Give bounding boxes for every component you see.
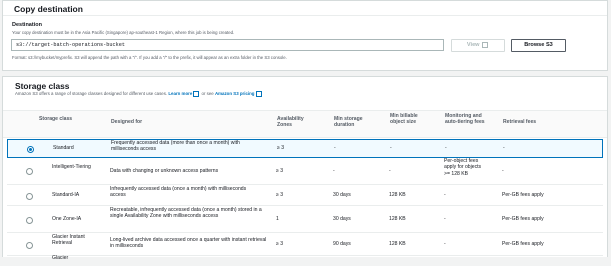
learn-more-link[interactable]: Learn more (168, 91, 192, 96)
min-billable-size: - (389, 168, 391, 174)
destination-input[interactable]: s3://target-batch-operations-bucket (11, 39, 444, 51)
availability-zones: ≥ 3 (276, 168, 284, 174)
availability-zones: ≥ 3 (276, 241, 284, 247)
storage-class-row-one-zone-ia[interactable]: One Zone-IA Recreatable, infrequently ac… (7, 206, 603, 233)
format-hint: Format: s3://mybucket/myprefix. S3 will … (12, 55, 287, 60)
external-link-icon (193, 91, 200, 97)
monitoring-fees: - (444, 216, 446, 222)
storage-class-row-standard-ia[interactable]: Standard-IA Infrequently accessed data (… (7, 185, 603, 206)
external-link-icon (255, 91, 262, 97)
column-header-availability-zones: Availability Zones (277, 116, 304, 129)
view-button[interactable]: View (451, 39, 505, 52)
availability-zones: ≥ 3 (277, 145, 285, 151)
retrieval-fees: - (503, 145, 505, 151)
min-billable-size: 128 KB (389, 192, 406, 198)
designed-for: Infrequently accessed data (once a month… (110, 186, 247, 199)
storage-class-title: Storage class (15, 81, 70, 91)
min-billable-size: 128 KB (389, 241, 406, 247)
monitoring-fees: - (444, 192, 446, 198)
storage-class-panel: Storage class Amazon S3 offers a range o… (2, 76, 608, 261)
column-header-retrieval-fees: Retrieval fees (503, 119, 537, 125)
storage-class-name: Standard-IA (52, 192, 80, 198)
or-see-text: or see (201, 91, 214, 97)
designed-for: Long-lived archive data accessed once a … (110, 237, 267, 250)
availability-zones: ≥ 3 (276, 192, 284, 198)
storage-class-description-text: Amazon S3 offers a range of storage clas… (15, 91, 168, 97)
column-header-designed-for: Designed for (111, 119, 143, 125)
storage-class-row-glacier-instant-retrieval[interactable]: Glacier Instant Retrieval Long-lived arc… (7, 233, 603, 256)
destination-label: Destination (12, 22, 42, 28)
availability-zones: 1 (276, 216, 279, 222)
retrieval-fees: Per-GB fees apply (502, 192, 544, 198)
designed-for: Recreatable, infrequently accessed data … (110, 207, 262, 220)
radio-button[interactable] (26, 217, 33, 224)
destination-description: Your copy destination must be in the Asi… (12, 30, 235, 35)
designed-for: Frequently accessed data (more than once… (111, 140, 240, 153)
column-header-min-billable-size: Min billable object size (390, 113, 418, 126)
column-header-storage-class: Storage class (39, 116, 73, 122)
retrieval-fees: - (502, 168, 504, 174)
storage-class-name: One Zone-IA (52, 216, 82, 222)
panel-title: Copy destination (14, 4, 83, 14)
min-storage-duration: 90 days (333, 241, 351, 247)
table-header: Storage class Designed for Availability … (3, 110, 607, 138)
storage-class-name: Glacier (52, 255, 69, 261)
monitoring-fees: - (444, 241, 446, 247)
view-button-label: View (466, 42, 480, 48)
min-storage-duration: 30 days (333, 216, 351, 222)
panel-header: Copy destination (3, 1, 607, 16)
column-header-monitoring-fees: Monitoring and auto-tiering fees (445, 113, 485, 126)
designed-for: Data with changing or unknown access pat… (110, 168, 219, 174)
storage-class-name: Standard (53, 145, 74, 151)
radio-button[interactable] (26, 193, 33, 200)
storage-class-row-glacier[interactable]: Glacier (7, 255, 603, 266)
min-billable-size: - (390, 145, 392, 151)
s3-pricing-link[interactable]: Amazon S3 pricing (215, 91, 255, 96)
min-storage-duration: 30 days (333, 192, 351, 198)
monitoring-fees: - (445, 145, 447, 151)
min-billable-size: 128 KB (389, 216, 406, 222)
monitoring-fees: Per-object fees apply for objects >= 128… (444, 158, 482, 177)
external-link-icon (482, 41, 489, 48)
radio-button[interactable] (26, 168, 33, 175)
storage-class-row-standard[interactable]: Standard Frequently accessed data (more … (7, 139, 603, 158)
retrieval-fees: Per-GB fees apply (502, 241, 544, 247)
min-storage-duration: - (333, 168, 335, 174)
column-header-min-storage-duration: Min storage duration (334, 116, 363, 129)
storage-class-description: Amazon S3 offers a range of storage clas… (15, 91, 263, 97)
radio-button[interactable] (26, 242, 33, 249)
copy-destination-panel: Copy destination Destination Your copy d… (2, 0, 608, 71)
storage-class-name: Intelligent-Tiering (52, 164, 91, 170)
browse-s3-button[interactable]: Browse S3 (511, 39, 566, 52)
storage-class-name: Glacier Instant Retrieval (52, 234, 85, 247)
radio-button-selected[interactable] (27, 146, 34, 153)
retrieval-fees: Per-GB fees apply (502, 216, 544, 222)
min-storage-duration: - (334, 145, 336, 151)
storage-class-row-intelligent-tiering[interactable]: Intelligent-Tiering Data with changing o… (7, 158, 603, 185)
